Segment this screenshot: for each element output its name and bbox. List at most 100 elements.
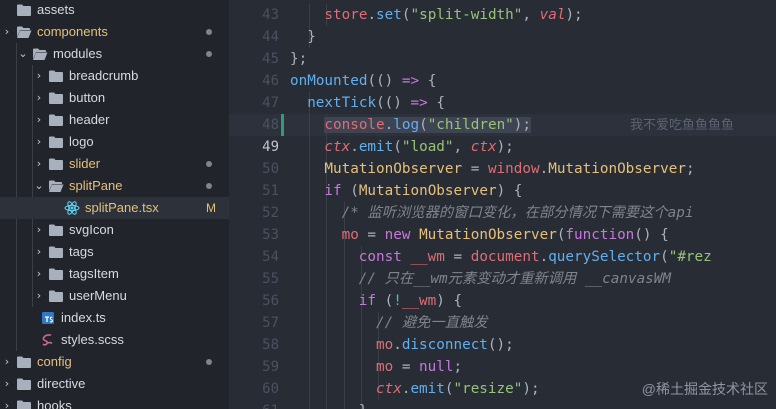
explorer-item-logo[interactable]: › logo [0,131,229,153]
explorer-item-index-ts[interactable]: index.ts [0,307,229,329]
indent-guide [326,224,328,246]
code-line[interactable]: 58 mo.disconnect(); [229,334,776,356]
explorer-item-directive[interactable]: › directive [0,373,229,395]
code-token: "#rez [668,249,712,265]
code-line[interactable]: 45}; [229,48,776,70]
explorer-item-label: userMenu [69,288,127,303]
line-number: 50 [262,161,279,177]
explorer-item-components[interactable]: › components [0,21,229,43]
code-editor[interactable]: 43 store.set("split-width", val); 44} 45}; 4… [229,0,776,409]
code-token: if [324,183,342,199]
explorer-item-breadcrumb[interactable]: › breadcrumb [0,65,229,87]
code-line[interactable]: 57 // 避免一直触发 [229,312,776,334]
explorer-item-splitpane-tsx[interactable]: splitPane.tsx M [0,197,229,219]
indent-guide [326,400,328,409]
code-line[interactable]: 46 onMounted(() => { [229,70,776,92]
chevron-right-icon[interactable]: › [32,68,46,84]
code-token: store [324,7,368,23]
code-line[interactable]: 54 const __wm = document.querySelector("#… [229,246,776,268]
explorer-item-button[interactable]: › button [0,87,229,109]
code-token: ( [393,139,402,155]
chevron-right-icon[interactable]: › [32,112,46,128]
explorer-item-label: button [69,90,106,105]
code-line[interactable]: 44} [229,26,776,48]
code-line[interactable]: 59 mo = null; [229,356,776,378]
explorer-item-modules[interactable]: ⌄ modules [0,43,229,65]
explorer-item-label: tags [69,244,94,259]
code-token: emit [358,139,394,155]
explorer-item-label: hooks [37,398,72,409]
code-token: . [367,7,377,23]
explorer-item-label: index.ts [61,310,106,325]
chevron-right-icon[interactable]: › [32,90,46,106]
react-icon [64,201,80,215]
code-text: onMounted(() => { [290,73,436,89]
chevron-right-icon[interactable]: › [32,266,46,282]
explorer-item-tagsitem[interactable]: › tagsItem [0,263,229,285]
code-token: { [419,73,437,89]
chevron-down-icon[interactable]: ⌄ [16,46,30,62]
indent-guide [309,268,311,290]
code-line[interactable]: 51 if (MutationObserver) { [229,180,776,202]
folder-icon [48,113,64,127]
code-line[interactable]: 43 store.set("split-width", val); [229,4,776,26]
folder-icon [48,245,64,259]
explorer-item-config[interactable]: › config [0,351,229,373]
code-text: }; [290,51,307,67]
indent-guide [360,356,362,378]
code-line[interactable]: 52 /* 监听浏览器的窗口变化，在部分情况下需要这个api [229,202,776,224]
code-token: null [419,359,454,375]
folder-icon [48,135,64,149]
explorer-item-usermenu[interactable]: › userMenu [0,285,229,307]
explorer-item-header[interactable]: › header [0,109,229,131]
chevron-right-icon[interactable]: › [0,398,14,409]
chevron-down-icon[interactable]: ⌄ [32,178,46,194]
line-number: 60 [262,381,279,397]
code-line[interactable]: 60 ctx.emit("resize"); @稀土掘金技术社区 [229,378,776,400]
explorer-item-label: tagsItem [69,266,119,281]
code-line[interactable]: 47 nextTick(() => { [229,92,776,114]
code-token: (() [376,95,411,111]
indent-guide [343,378,345,400]
code-token: . [393,337,402,353]
chevron-right-icon[interactable]: › [0,24,14,40]
indent-guide [326,202,328,224]
code-line[interactable]: 56 if (!__wm) { [229,290,776,312]
chevron-right-icon[interactable]: › [32,288,46,304]
indent-guide [309,224,311,246]
code-text: } [359,403,368,409]
explorer-item-assets[interactable]: assets [0,0,229,21]
line-number: 58 [262,337,279,353]
code-token: document [470,249,540,265]
explorer-item-styles-scss[interactable]: styles.scss [0,329,229,351]
code-line[interactable]: 55 // 只在__wm元素变动才重新调用 __canvasWM [229,268,776,290]
chevron-right-icon[interactable]: › [32,244,46,260]
explorer-item-splitpane[interactable]: ⌄ splitPane [0,175,229,197]
explorer-item-svgicon[interactable]: › svgIcon [0,219,229,241]
chevron-right-icon[interactable]: › [0,354,14,370]
indent-guide [343,246,345,268]
modified-dot-icon [206,29,212,35]
explorer-item-label: svgIcon [69,222,114,237]
indent-guide [309,290,311,312]
code-line[interactable]: 50 MutationObserver = window.MutationObse… [229,158,776,180]
explorer-item-hooks[interactable]: › hooks [0,395,229,409]
code-line[interactable]: 49 ctx.emit("load", ctx); [229,136,776,158]
git-status-badge: M [206,201,216,215]
explorer-item-slider[interactable]: › slider [0,153,229,175]
indent-guide [326,246,328,268]
indent-guide [326,290,328,312]
chevron-right-icon[interactable]: › [32,134,46,150]
chevron-right-icon[interactable]: › [32,222,46,238]
chevron-right-icon[interactable]: › [0,376,14,392]
code-token: MutationObserver [358,183,497,199]
code-token: // 只在__wm元素变动才重新调用 __canvasWM [358,271,671,287]
chevron-right-icon[interactable]: › [32,156,46,172]
code-line[interactable]: 61} [229,400,776,409]
code-text: const __wm = document.querySelector("#re… [359,249,712,265]
code-line[interactable]: 53 mo = new MutationObserver(function() { [229,224,776,246]
code-line[interactable]: 48 console.log("children"); 我不爱吃鱼鱼鱼鱼 [229,114,776,136]
explorer-item-tags[interactable]: › tags [0,241,229,263]
code-token: window [487,161,540,177]
